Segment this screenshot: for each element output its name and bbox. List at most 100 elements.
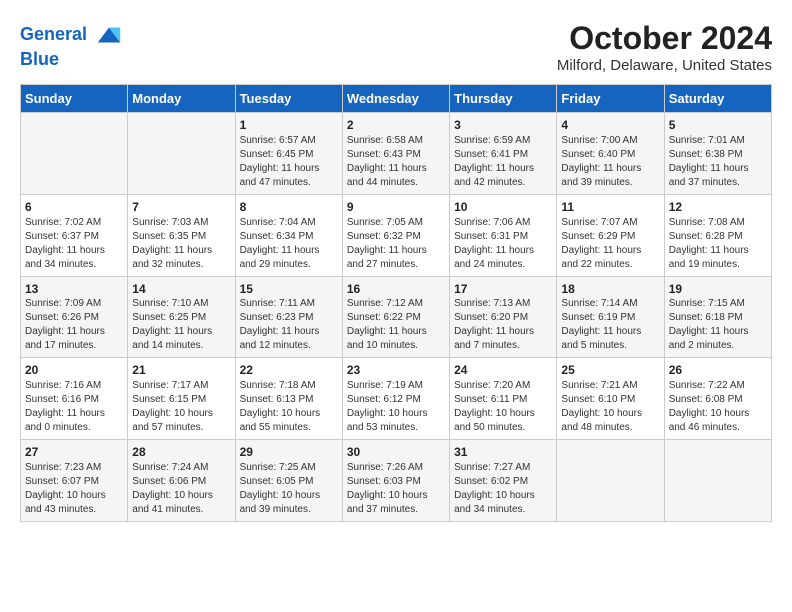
day-info: Sunrise: 7:20 AMSunset: 6:11 PMDaylight:… <box>454 379 552 435</box>
day-number: 18 <box>561 281 659 298</box>
day-cell: 31Sunrise: 7:27 AMSunset: 6:02 PMDayligh… <box>450 440 557 522</box>
day-info: Sunrise: 7:04 AMSunset: 6:34 PMDaylight:… <box>240 216 338 272</box>
page-header: General Blue October 2024 Milford, Delaw… <box>20 20 772 74</box>
header-cell-sunday: Sunday <box>21 85 128 113</box>
day-number: 4 <box>561 117 659 134</box>
day-number: 14 <box>132 281 230 298</box>
day-number: 16 <box>347 281 445 298</box>
logo-icon <box>94 20 124 50</box>
day-number: 11 <box>561 199 659 216</box>
header-cell-saturday: Saturday <box>664 85 771 113</box>
day-number: 9 <box>347 199 445 216</box>
day-number: 10 <box>454 199 552 216</box>
day-cell: 27Sunrise: 7:23 AMSunset: 6:07 PMDayligh… <box>21 440 128 522</box>
day-cell <box>21 113 128 195</box>
day-number: 20 <box>25 362 123 379</box>
day-cell: 26Sunrise: 7:22 AMSunset: 6:08 PMDayligh… <box>664 358 771 440</box>
day-info: Sunrise: 7:11 AMSunset: 6:23 PMDaylight:… <box>240 297 338 353</box>
day-info: Sunrise: 7:18 AMSunset: 6:13 PMDaylight:… <box>240 379 338 435</box>
week-row-2: 13Sunrise: 7:09 AMSunset: 6:26 PMDayligh… <box>21 276 772 358</box>
day-cell: 19Sunrise: 7:15 AMSunset: 6:18 PMDayligh… <box>664 276 771 358</box>
day-info: Sunrise: 7:23 AMSunset: 6:07 PMDaylight:… <box>25 461 123 517</box>
day-number: 23 <box>347 362 445 379</box>
day-number: 6 <box>25 199 123 216</box>
day-info: Sunrise: 7:00 AMSunset: 6:40 PMDaylight:… <box>561 134 659 190</box>
logo-blue: Blue <box>20 49 59 69</box>
day-cell: 22Sunrise: 7:18 AMSunset: 6:13 PMDayligh… <box>235 358 342 440</box>
day-cell: 4Sunrise: 7:00 AMSunset: 6:40 PMDaylight… <box>557 113 664 195</box>
day-cell: 11Sunrise: 7:07 AMSunset: 6:29 PMDayligh… <box>557 194 664 276</box>
day-info: Sunrise: 7:01 AMSunset: 6:38 PMDaylight:… <box>669 134 767 190</box>
day-number: 13 <box>25 281 123 298</box>
day-number: 15 <box>240 281 338 298</box>
logo-general: General <box>20 24 87 44</box>
day-cell: 10Sunrise: 7:06 AMSunset: 6:31 PMDayligh… <box>450 194 557 276</box>
day-cell: 29Sunrise: 7:25 AMSunset: 6:05 PMDayligh… <box>235 440 342 522</box>
day-cell: 17Sunrise: 7:13 AMSunset: 6:20 PMDayligh… <box>450 276 557 358</box>
header-cell-friday: Friday <box>557 85 664 113</box>
day-info: Sunrise: 7:26 AMSunset: 6:03 PMDaylight:… <box>347 461 445 517</box>
day-cell: 3Sunrise: 6:59 AMSunset: 6:41 PMDaylight… <box>450 113 557 195</box>
day-number: 1 <box>240 117 338 134</box>
day-info: Sunrise: 7:08 AMSunset: 6:28 PMDaylight:… <box>669 216 767 272</box>
header-cell-tuesday: Tuesday <box>235 85 342 113</box>
day-cell: 5Sunrise: 7:01 AMSunset: 6:38 PMDaylight… <box>664 113 771 195</box>
day-cell <box>557 440 664 522</box>
day-number: 17 <box>454 281 552 298</box>
day-cell: 30Sunrise: 7:26 AMSunset: 6:03 PMDayligh… <box>342 440 449 522</box>
day-cell: 15Sunrise: 7:11 AMSunset: 6:23 PMDayligh… <box>235 276 342 358</box>
day-number: 26 <box>669 362 767 379</box>
day-cell: 1Sunrise: 6:57 AMSunset: 6:45 PMDaylight… <box>235 113 342 195</box>
day-info: Sunrise: 7:05 AMSunset: 6:32 PMDaylight:… <box>347 216 445 272</box>
day-number: 29 <box>240 444 338 461</box>
day-number: 28 <box>132 444 230 461</box>
location-title: Milford, Delaware, United States <box>557 57 772 74</box>
day-info: Sunrise: 7:12 AMSunset: 6:22 PMDaylight:… <box>347 297 445 353</box>
day-info: Sunrise: 6:57 AMSunset: 6:45 PMDaylight:… <box>240 134 338 190</box>
day-info: Sunrise: 7:19 AMSunset: 6:12 PMDaylight:… <box>347 379 445 435</box>
header-cell-monday: Monday <box>128 85 235 113</box>
day-number: 27 <box>25 444 123 461</box>
day-number: 22 <box>240 362 338 379</box>
week-row-3: 20Sunrise: 7:16 AMSunset: 6:16 PMDayligh… <box>21 358 772 440</box>
day-number: 2 <box>347 117 445 134</box>
day-number: 31 <box>454 444 552 461</box>
day-number: 25 <box>561 362 659 379</box>
day-number: 19 <box>669 281 767 298</box>
day-cell: 20Sunrise: 7:16 AMSunset: 6:16 PMDayligh… <box>21 358 128 440</box>
month-title: October 2024 <box>557 20 772 57</box>
day-number: 8 <box>240 199 338 216</box>
day-info: Sunrise: 7:14 AMSunset: 6:19 PMDaylight:… <box>561 297 659 353</box>
calendar-header: SundayMondayTuesdayWednesdayThursdayFrid… <box>21 85 772 113</box>
day-cell: 16Sunrise: 7:12 AMSunset: 6:22 PMDayligh… <box>342 276 449 358</box>
day-cell: 7Sunrise: 7:03 AMSunset: 6:35 PMDaylight… <box>128 194 235 276</box>
day-cell: 8Sunrise: 7:04 AMSunset: 6:34 PMDaylight… <box>235 194 342 276</box>
day-info: Sunrise: 7:22 AMSunset: 6:08 PMDaylight:… <box>669 379 767 435</box>
day-info: Sunrise: 6:59 AMSunset: 6:41 PMDaylight:… <box>454 134 552 190</box>
week-row-0: 1Sunrise: 6:57 AMSunset: 6:45 PMDaylight… <box>21 113 772 195</box>
day-cell: 23Sunrise: 7:19 AMSunset: 6:12 PMDayligh… <box>342 358 449 440</box>
day-info: Sunrise: 6:58 AMSunset: 6:43 PMDaylight:… <box>347 134 445 190</box>
day-number: 12 <box>669 199 767 216</box>
header-row: SundayMondayTuesdayWednesdayThursdayFrid… <box>21 85 772 113</box>
day-info: Sunrise: 7:25 AMSunset: 6:05 PMDaylight:… <box>240 461 338 517</box>
day-cell: 2Sunrise: 6:58 AMSunset: 6:43 PMDaylight… <box>342 113 449 195</box>
logo-text: General Blue <box>20 20 124 70</box>
calendar-table: SundayMondayTuesdayWednesdayThursdayFrid… <box>20 84 772 522</box>
day-cell: 9Sunrise: 7:05 AMSunset: 6:32 PMDaylight… <box>342 194 449 276</box>
title-area: October 2024 Milford, Delaware, United S… <box>557 20 772 74</box>
day-number: 3 <box>454 117 552 134</box>
day-info: Sunrise: 7:06 AMSunset: 6:31 PMDaylight:… <box>454 216 552 272</box>
day-cell: 25Sunrise: 7:21 AMSunset: 6:10 PMDayligh… <box>557 358 664 440</box>
day-cell: 21Sunrise: 7:17 AMSunset: 6:15 PMDayligh… <box>128 358 235 440</box>
day-cell: 24Sunrise: 7:20 AMSunset: 6:11 PMDayligh… <box>450 358 557 440</box>
day-info: Sunrise: 7:09 AMSunset: 6:26 PMDaylight:… <box>25 297 123 353</box>
day-cell: 12Sunrise: 7:08 AMSunset: 6:28 PMDayligh… <box>664 194 771 276</box>
calendar-body: 1Sunrise: 6:57 AMSunset: 6:45 PMDaylight… <box>21 113 772 522</box>
day-cell: 6Sunrise: 7:02 AMSunset: 6:37 PMDaylight… <box>21 194 128 276</box>
day-cell: 14Sunrise: 7:10 AMSunset: 6:25 PMDayligh… <box>128 276 235 358</box>
day-info: Sunrise: 7:16 AMSunset: 6:16 PMDaylight:… <box>25 379 123 435</box>
day-info: Sunrise: 7:02 AMSunset: 6:37 PMDaylight:… <box>25 216 123 272</box>
day-number: 7 <box>132 199 230 216</box>
day-info: Sunrise: 7:21 AMSunset: 6:10 PMDaylight:… <box>561 379 659 435</box>
